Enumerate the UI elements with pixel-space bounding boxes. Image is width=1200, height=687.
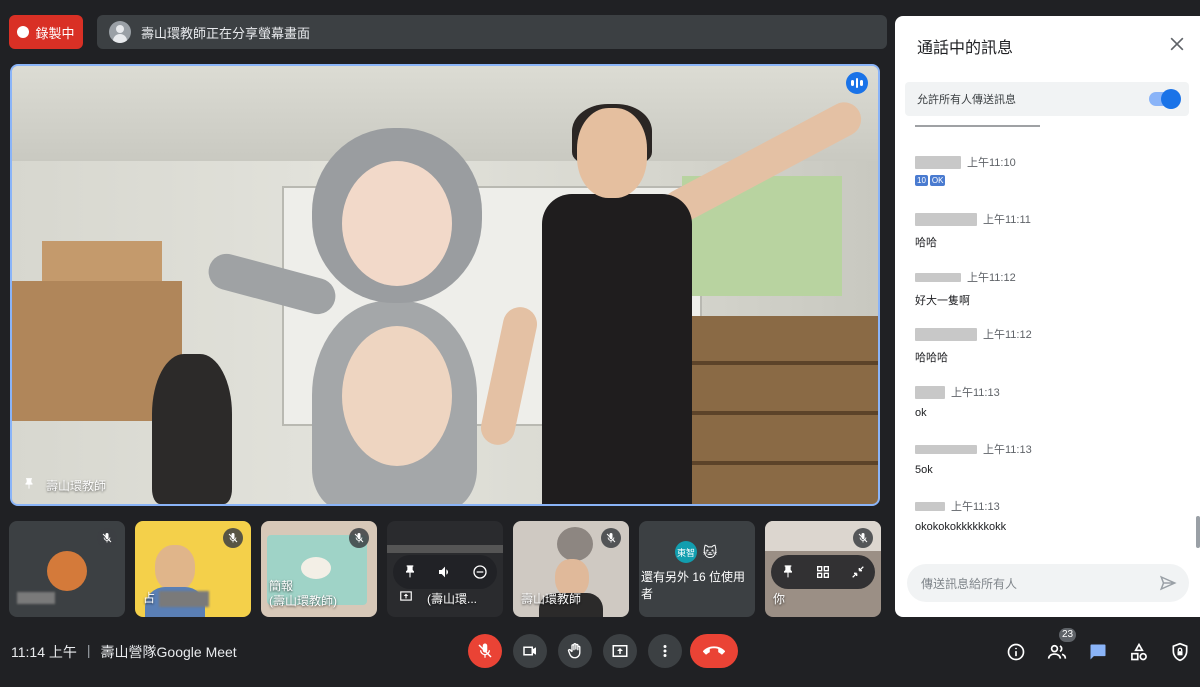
pin-icon[interactable]	[777, 561, 799, 583]
participant-count-badge: 23	[1059, 628, 1077, 642]
sender-name-blurred	[915, 155, 961, 169]
volume-icon[interactable]	[434, 561, 456, 583]
chat-title: 通話中的訊息	[917, 40, 1014, 57]
recording-indicator[interactable]: 錄製中	[9, 15, 83, 49]
chat-message-input[interactable]: 傳送訊息給所有人	[907, 564, 1189, 602]
chat-panel: 通話中的訊息 允許所有人傳送訊息 上午11:10 10 OK 上午11:11 哈哈…	[895, 16, 1200, 617]
chat-icon	[1090, 644, 1106, 660]
record-dot-icon	[17, 26, 30, 38]
send-icon[interactable]	[1159, 574, 1177, 592]
meeting-name: 壽山營隊Google Meet	[100, 644, 237, 660]
presentation-tile[interactable]: 簡報 (壽山環教師)	[261, 521, 377, 617]
tile-hover-controls	[393, 555, 497, 589]
mic-off-icon	[97, 528, 117, 548]
mic-off-icon	[601, 528, 621, 548]
more-vert-icon	[663, 645, 667, 657]
chat-input-placeholder: 傳送訊息給所有人	[921, 576, 1018, 591]
participant-tile-5[interactable]: 壽山環教師	[513, 521, 629, 617]
info-icon	[1007, 643, 1025, 661]
shield-lock-icon	[1172, 642, 1188, 662]
recording-label: 錄製中	[35, 25, 75, 41]
shapes-icon	[1131, 642, 1147, 661]
avatar: 🐱	[699, 541, 721, 563]
participant-tile-4[interactable]: (壽山環...	[387, 521, 503, 617]
clock-time: 11:14 上午	[11, 644, 77, 660]
activities-button[interactable]	[1127, 640, 1151, 664]
meeting-details-button[interactable]	[1004, 640, 1028, 664]
raise-hand-icon	[567, 642, 581, 659]
meeting-info: 11:14 上午 | 壽山營隊Google Meet	[11, 642, 237, 660]
self-tile[interactable]: 你	[765, 521, 881, 617]
mic-off-icon	[349, 528, 369, 548]
chat-message: 上午11:11 哈哈	[915, 212, 1031, 249]
chat-message: 上午11:13 ok	[915, 385, 1000, 419]
tile-hover-controls	[771, 555, 875, 589]
main-video-tile[interactable]: 壽山環教師	[10, 64, 880, 506]
mic-toggle-button[interactable]	[468, 634, 502, 668]
people-icon	[1047, 644, 1067, 659]
chat-message: 上午11:13 okokokokkkkkkokk	[915, 501, 1007, 533]
allow-messages-label: 允許所有人傳送訊息	[917, 94, 1016, 106]
others-count-text: 還有另外 16 位使用者	[641, 570, 746, 601]
speaking-indicator-icon	[846, 72, 868, 94]
presenter-avatar-icon	[109, 21, 131, 43]
tile-name: 占	[143, 589, 210, 607]
others-avatars: 東智 🐱	[675, 541, 721, 563]
mic-off-icon	[478, 643, 492, 658]
minimize-icon[interactable]	[847, 561, 869, 583]
tile-name: 簡報 (壽山環教師)	[269, 579, 337, 608]
tile-name: 壽山環教師	[521, 592, 582, 606]
tile-name-blurred	[17, 592, 55, 607]
video-frame	[12, 66, 878, 504]
present-icon	[612, 645, 628, 657]
participant-tile-2[interactable]: 占	[135, 521, 251, 617]
participant-tile-1[interactable]	[9, 521, 125, 617]
leave-call-button[interactable]	[690, 634, 738, 668]
chat-button[interactable]	[1086, 640, 1110, 664]
chat-message: 上午11:12 好大一隻啊	[915, 272, 1016, 307]
tile-name: 你	[773, 592, 786, 606]
host-controls-button[interactable]	[1168, 640, 1192, 664]
share-banner-text: 壽山環教師正在分享螢幕畫面	[141, 25, 311, 41]
close-icon[interactable]	[1167, 34, 1187, 54]
chat-message: 上午11:10 10 OK	[915, 154, 1016, 186]
allow-messages-setting: 允許所有人傳送訊息	[905, 82, 1189, 116]
mic-off-icon	[853, 528, 873, 548]
tile-name: (壽山環...	[427, 592, 477, 606]
pin-icon[interactable]	[399, 561, 421, 583]
main-participant-name: 壽山環教師	[46, 479, 107, 493]
screen-share-banner: 壽山環教師正在分享螢幕畫面	[97, 15, 887, 49]
raise-hand-button[interactable]	[558, 634, 592, 668]
more-options-button[interactable]	[648, 634, 682, 668]
chat-message: 上午11:12 哈哈哈	[915, 327, 1032, 364]
people-button[interactable]	[1045, 640, 1069, 664]
avatar	[47, 551, 87, 591]
present-icon	[399, 589, 413, 608]
frame-icon[interactable]	[812, 561, 834, 583]
others-tile[interactable]: 東智 🐱 還有另外 16 位使用者	[639, 521, 755, 617]
remove-icon[interactable]	[469, 561, 491, 583]
message-time: 上午11:10	[967, 157, 1016, 169]
pin-icon[interactable]	[22, 477, 36, 494]
avatar: 東智	[675, 541, 697, 563]
hang-up-icon	[703, 646, 725, 655]
mic-off-icon	[223, 528, 243, 548]
camera-toggle-button[interactable]	[513, 634, 547, 668]
message-text: 10 OK	[915, 175, 946, 186]
chat-message: 上午11:13 5ok	[915, 444, 1032, 476]
allow-messages-toggle[interactable]	[1149, 89, 1181, 109]
video-camera-icon	[523, 646, 536, 656]
chat-scrollbar[interactable]	[1196, 516, 1200, 548]
main-participant-label: 壽山環教師	[22, 477, 106, 494]
present-screen-button[interactable]	[603, 634, 637, 668]
